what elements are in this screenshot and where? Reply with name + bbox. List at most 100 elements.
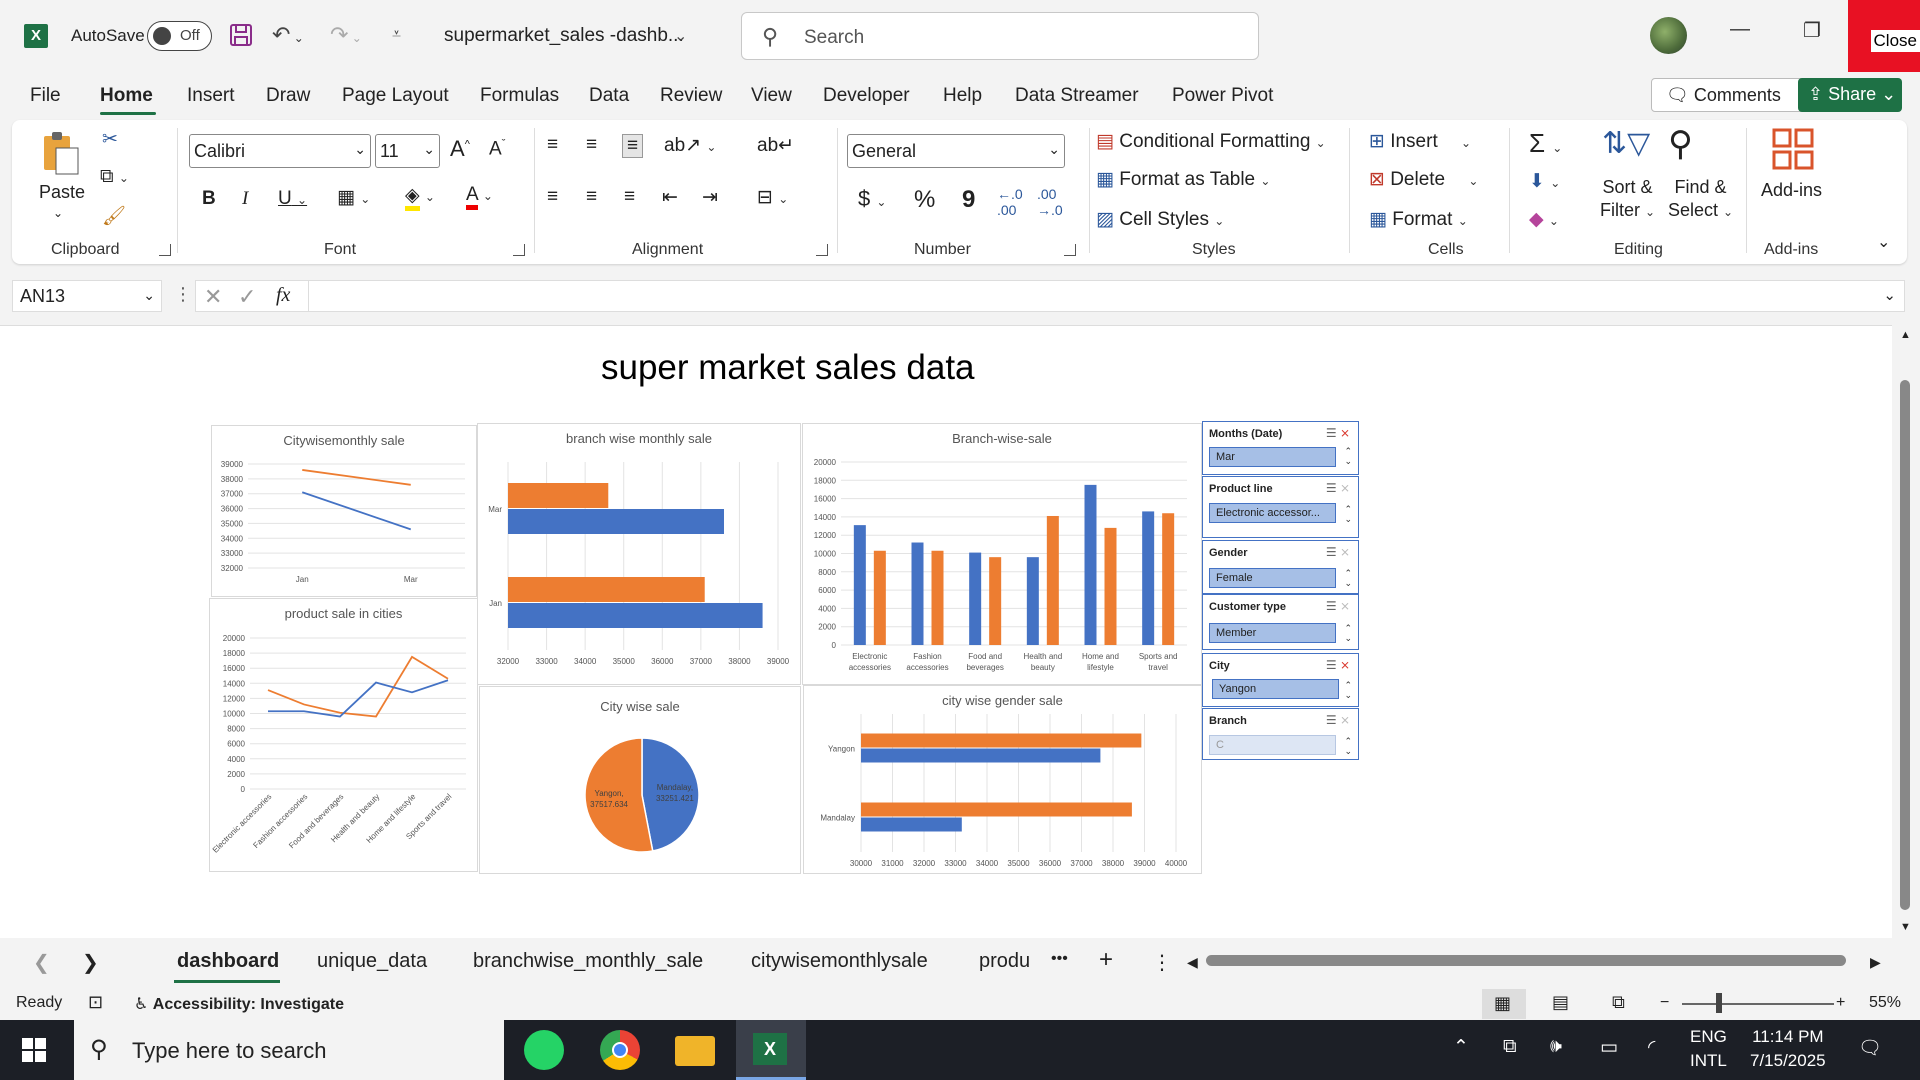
notifications-icon[interactable]: 🗨 <box>1858 1036 1882 1060</box>
chart-city-wise-sale[interactable]: City wise sale Mandalay, 33251.421 Yangon, 3… <box>479 686 801 874</box>
zoom-level[interactable]: 55% <box>1869 994 1901 1012</box>
align-center-icon[interactable]: ≡ <box>586 186 597 208</box>
align-bottom-icon[interactable]: ≡ <box>622 134 644 158</box>
slicer-item[interactable]: Electronic accessor... <box>1209 503 1336 523</box>
number-format-select[interactable]: General ⌄ <box>847 134 1065 168</box>
align-top-icon[interactable]: ≡ <box>547 134 558 156</box>
menu-file[interactable]: File <box>30 85 61 107</box>
paste-icon[interactable] <box>40 130 82 184</box>
decrease-indent-icon[interactable]: ⇤ <box>662 186 678 209</box>
page-break-view-icon[interactable]: ⧉ <box>1612 992 1625 1013</box>
formula-options-icon[interactable]: ⋮ <box>174 284 192 305</box>
clear-filter-icon[interactable]: ⨯ <box>1340 426 1350 440</box>
slicer-controls[interactable]: ☰ ⨯ <box>1326 426 1350 440</box>
sort-filter-icon[interactable]: ⇅▽ <box>1602 126 1650 161</box>
add-sheet-button[interactable]: + <box>1099 946 1113 974</box>
font-size-select[interactable]: 11 ⌄ <box>375 134 440 168</box>
insert-function-icon[interactable]: fx <box>276 284 290 307</box>
font-launcher-icon[interactable] <box>513 244 525 256</box>
multi-select-icon[interactable]: ☰ <box>1326 481 1337 495</box>
minimize-icon[interactable]: — <box>1730 18 1750 41</box>
expand-formula-bar-icon[interactable]: ⌄ <box>1883 286 1896 304</box>
align-right-icon[interactable]: ≡ <box>624 186 635 208</box>
font-color-icon[interactable]: A ⌄ <box>466 184 493 210</box>
menu-page-layout[interactable]: Page Layout <box>342 85 449 107</box>
zoom-slider-thumb[interactable] <box>1716 993 1722 1013</box>
multi-select-icon[interactable]: ☰ <box>1326 426 1337 440</box>
search-box[interactable]: ⚲ Search <box>741 12 1259 60</box>
menu-formulas[interactable]: Formulas <box>480 85 559 107</box>
menu-developer[interactable]: Developer <box>823 85 910 107</box>
menu-data[interactable]: Data <box>589 85 629 107</box>
menu-review[interactable]: Review <box>660 85 722 107</box>
number-launcher-icon[interactable] <box>1064 244 1076 256</box>
customize-toolbar-icon[interactable]: ⩡ <box>392 22 401 48</box>
menu-view[interactable]: View <box>751 85 792 107</box>
slicer-controls[interactable]: ☰ ⨯ <box>1326 545 1350 559</box>
increase-indent-icon[interactable]: ⇥ <box>702 186 718 209</box>
increase-decimal-icon[interactable]: ←.0.00 <box>997 186 1023 218</box>
menu-home[interactable]: Home <box>100 85 153 107</box>
slicer-item[interactable]: Mar <box>1209 447 1336 467</box>
sort-filter-button[interactable]: Sort & Filter ⌄ <box>1600 176 1655 224</box>
vertical-scroll-thumb[interactable] <box>1900 380 1910 910</box>
menu-data-streamer[interactable]: Data Streamer <box>1015 85 1139 107</box>
accessibility-status[interactable]: ♿ Accessibility: Investigate <box>134 994 344 1014</box>
meet-now-icon[interactable]: ⧉ <box>1503 1036 1517 1058</box>
slicer-controls[interactable]: ☰ ⨯ <box>1326 658 1350 672</box>
clear-filter-icon[interactable]: ⨯ <box>1340 481 1350 495</box>
collapse-ribbon-icon[interactable]: ⌄ <box>1877 232 1890 252</box>
title-chevron-down-icon[interactable]: ⌄ <box>674 24 687 50</box>
zoom-out-icon[interactable]: − <box>1660 994 1669 1012</box>
chart-branch-wise-monthly-sale[interactable]: branch wise monthly sale 32000 33000 34000 3… <box>477 423 801 685</box>
taskbar-clock[interactable]: 11:14 PM 7/15/2025 <box>1750 1025 1826 1073</box>
insert-cells-button[interactable]: ⊞ Insert ⌄ <box>1369 130 1471 153</box>
merge-center-icon[interactable]: ⊟ ⌄ <box>757 186 788 209</box>
scroll-left-icon[interactable]: ◀ <box>1187 954 1198 971</box>
tab-produ[interactable]: produ <box>979 950 1039 973</box>
scroll-down-icon[interactable]: ▼ <box>1900 921 1911 933</box>
tab-branchwise-monthly-sale[interactable]: branchwise_monthly_sale <box>473 950 703 973</box>
comments-button[interactable]: 🗨 Comments <box>1651 78 1819 112</box>
format-painter-icon[interactable]: 🖌 <box>102 204 126 228</box>
conditional-formatting-button[interactable]: ▤ Conditional Formatting ⌄ <box>1096 130 1326 153</box>
share-button[interactable]: ⇪ Share ⌄ <box>1798 78 1902 112</box>
bold-button[interactable]: B <box>202 188 216 210</box>
chart-citywise-monthly-sale[interactable]: Citywisemonthly sale 32000 33000 34000 35000… <box>211 425 477 597</box>
slicer-months[interactable]: Months (Date) ☰ ⨯ Mar ⌃ ⌄ <box>1202 421 1359 475</box>
italic-button[interactable]: I <box>242 188 248 210</box>
grow-font-icon[interactable]: A^ <box>450 136 470 162</box>
battery-icon[interactable]: ▭ <box>1600 1036 1618 1059</box>
addins-icon[interactable] <box>1772 128 1814 176</box>
slicer-item[interactable]: Female <box>1209 568 1336 588</box>
slicer-scroll-icon[interactable]: ⌃ ⌄ <box>1344 446 1352 466</box>
cut-icon[interactable]: ✂ <box>102 128 118 151</box>
next-sheet-icon[interactable]: ❯ <box>82 950 99 975</box>
multi-select-icon[interactable]: ☰ <box>1326 713 1337 727</box>
chart-city-wise-gender-sale[interactable]: city wise gender sale 30000 31000 32000 3300… <box>803 685 1202 874</box>
borders-icon[interactable]: ▦ ⌄ <box>337 186 370 209</box>
slicer-item[interactable]: C <box>1209 735 1336 755</box>
vertical-scrollbar[interactable]: ▲ ▼ <box>1892 325 1920 938</box>
slicer-scroll-icon[interactable]: ⌃ ⌄ <box>1344 736 1352 756</box>
cancel-formula-icon[interactable]: ✕ <box>204 284 222 310</box>
paste-label[interactable]: Paste <box>39 182 85 203</box>
save-icon[interactable] <box>228 22 254 54</box>
undo-icon[interactable]: ↶ ⌄ <box>272 22 304 51</box>
slicer-branch[interactable]: Branch ☰ ⨯ C ⌃ ⌄ <box>1202 708 1359 760</box>
slicer-controls[interactable]: ☰ ⨯ <box>1326 599 1350 613</box>
close-button[interactable]: Close <box>1848 0 1920 72</box>
underline-button[interactable]: U ⌄ <box>278 188 307 210</box>
find-select-button[interactable]: Find & Select ⌄ <box>1668 176 1733 224</box>
orientation-icon[interactable]: ab↗ ⌄ <box>664 134 716 157</box>
menu-help[interactable]: Help <box>943 85 982 107</box>
tab-unique-data[interactable]: unique_data <box>317 950 427 973</box>
copy-icon[interactable]: ⧉ ⌄ <box>100 166 129 188</box>
font-name-select[interactable]: Calibri ⌄ <box>189 134 371 168</box>
tab-dashboard[interactable]: dashboard <box>177 950 279 973</box>
autosave-toggle[interactable]: Off <box>147 21 212 51</box>
decrease-decimal-icon[interactable]: .00 →.0 <box>1037 186 1063 218</box>
language-indicator[interactable]: ENG INTL <box>1690 1025 1727 1073</box>
slicer-controls[interactable]: ☰ ⨯ <box>1326 481 1350 495</box>
align-middle-icon[interactable]: ≡ <box>586 134 597 156</box>
